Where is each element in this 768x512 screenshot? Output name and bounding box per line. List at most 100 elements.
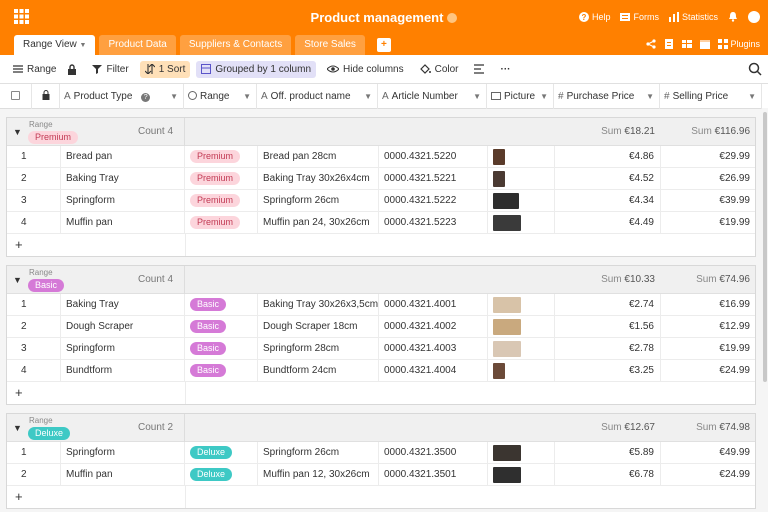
cell-article-number[interactable]: 0000.4321.5221 — [379, 168, 488, 190]
table-row[interactable]: 2 Baking Tray Premium Baking Tray 30x26x… — [7, 168, 755, 190]
add-row-button[interactable]: + — [7, 382, 755, 404]
product-thumbnail[interactable] — [493, 319, 521, 335]
column-header-product-type[interactable]: A Product Type ? ▼ — [60, 84, 184, 109]
cell-picture[interactable] — [488, 168, 555, 190]
table-row[interactable]: 1 Baking Tray Basic Baking Tray 30x26x3,… — [7, 294, 755, 316]
cell-range[interactable]: Basic — [185, 360, 258, 382]
avatar[interactable] — [748, 11, 760, 23]
calendar-icon[interactable] — [700, 39, 711, 49]
cell-off-product-name[interactable]: Dough Scraper 18cm — [258, 316, 379, 338]
table-row[interactable]: 1 Springform Deluxe Springform 26cm 0000… — [7, 442, 755, 464]
cell-picture[interactable] — [488, 190, 555, 212]
table-row[interactable]: 3 Springform Basic Springform 28cm 0000.… — [7, 338, 755, 360]
cell-selling-price[interactable]: €26.99 — [661, 168, 756, 190]
column-header-picture[interactable]: Picture ▼ — [487, 84, 554, 109]
cell-off-product-name[interactable]: Muffin pan 24, 30x26cm — [258, 212, 379, 234]
cell-range[interactable]: Basic — [185, 338, 258, 360]
cell-selling-price[interactable]: €12.99 — [661, 316, 756, 338]
cell-product-type[interactable]: Baking Tray — [61, 294, 185, 316]
cell-range[interactable]: Premium — [185, 212, 258, 234]
collapse-toggle-icon[interactable]: ▼ — [13, 127, 22, 137]
product-thumbnail[interactable] — [493, 467, 521, 483]
add-row-button[interactable]: + — [7, 486, 755, 508]
cell-selling-price[interactable]: €39.99 — [661, 190, 756, 212]
chevron-down-icon[interactable]: ▼ — [170, 84, 178, 109]
column-header-article-number[interactable]: A Article Number ▼ — [378, 84, 487, 109]
collapse-toggle-icon[interactable]: ▼ — [13, 423, 22, 433]
cell-article-number[interactable]: 0000.4321.5223 — [379, 212, 488, 234]
cell-range[interactable]: Basic — [185, 294, 258, 316]
cell-article-number[interactable]: 0000.4321.4001 — [379, 294, 488, 316]
cell-purchase-price[interactable]: €5.89 — [555, 442, 661, 464]
cell-selling-price[interactable]: €29.99 — [661, 146, 756, 168]
range-selector[interactable]: Range — [8, 61, 61, 78]
sort-button[interactable]: 1 Sort — [139, 60, 191, 78]
cell-selling-price[interactable]: €24.99 — [661, 464, 756, 486]
product-thumbnail[interactable] — [493, 297, 521, 313]
help-button[interactable]: ? Help — [578, 12, 610, 22]
cell-product-type[interactable]: Bundtform — [61, 360, 185, 382]
cell-purchase-price[interactable]: €1.56 — [555, 316, 661, 338]
cell-off-product-name[interactable]: Springform 28cm — [258, 338, 379, 360]
document-icon[interactable] — [664, 39, 674, 49]
tab-store-sales[interactable]: Store Sales — [295, 35, 365, 55]
cell-selling-price[interactable]: €19.99 — [661, 338, 756, 360]
cell-picture[interactable] — [488, 316, 555, 338]
column-header-off-product-name[interactable]: A Off. product name ▼ — [257, 84, 378, 109]
product-thumbnail[interactable] — [493, 215, 521, 231]
more-options-button[interactable]: ··· — [496, 61, 516, 78]
cell-range[interactable]: Basic — [185, 316, 258, 338]
tab-range-view[interactable]: Range View ▼ — [14, 35, 96, 55]
cell-article-number[interactable]: 0000.4321.5222 — [379, 190, 488, 212]
info-icon[interactable] — [447, 13, 458, 23]
cell-picture[interactable] — [488, 442, 555, 464]
cell-article-number[interactable]: 0000.4321.4003 — [379, 338, 488, 360]
product-thumbnail[interactable] — [493, 341, 521, 357]
cell-selling-price[interactable]: €24.99 — [661, 360, 756, 382]
product-thumbnail[interactable] — [493, 193, 519, 209]
tab-suppliers-contacts[interactable]: Suppliers & Contacts — [179, 35, 292, 55]
table-row[interactable]: 2 Muffin pan Deluxe Muffin pan 12, 30x26… — [7, 464, 755, 486]
cell-off-product-name[interactable]: Bundtform 24cm — [258, 360, 379, 382]
chevron-down-icon[interactable]: ▼ — [748, 84, 756, 109]
table-row[interactable]: 2 Dough Scraper Basic Dough Scraper 18cm… — [7, 316, 755, 338]
table-row[interactable]: 1 Bread pan Premium Bread pan 28cm 0000.… — [7, 146, 755, 168]
cell-range[interactable]: Deluxe — [185, 464, 258, 486]
column-header-selling-price[interactable]: # Selling Price ▼ — [660, 84, 762, 109]
cell-purchase-price[interactable]: €2.74 — [555, 294, 661, 316]
cell-range[interactable]: Premium — [185, 146, 258, 168]
cell-range[interactable]: Premium — [185, 168, 258, 190]
cell-picture[interactable] — [488, 146, 555, 168]
cell-product-type[interactable]: Springform — [61, 442, 185, 464]
chevron-down-icon[interactable]: ▼ — [540, 84, 548, 109]
cell-selling-price[interactable]: €19.99 — [661, 212, 756, 234]
cell-product-type[interactable]: Springform — [61, 190, 185, 212]
cell-off-product-name[interactable]: Springform 26cm — [258, 442, 379, 464]
tab-product-data[interactable]: Product Data — [99, 35, 176, 55]
group-button[interactable]: Grouped by 1 column — [196, 60, 317, 78]
product-thumbnail[interactable] — [493, 149, 505, 165]
cell-product-type[interactable]: Dough Scraper — [61, 316, 185, 338]
cell-picture[interactable] — [488, 294, 555, 316]
cell-purchase-price[interactable]: €6.78 — [555, 464, 661, 486]
cell-product-type[interactable]: Bread pan — [61, 146, 185, 168]
column-header-purchase-price[interactable]: # Purchase Price ▼ — [554, 84, 660, 109]
table-row[interactable]: 4 Muffin pan Premium Muffin pan 24, 30x2… — [7, 212, 755, 234]
cell-purchase-price[interactable]: €4.49 — [555, 212, 661, 234]
cell-article-number[interactable]: 0000.4321.4002 — [379, 316, 488, 338]
cell-purchase-price[interactable]: €4.52 — [555, 168, 661, 190]
filter-button[interactable]: Filter — [87, 61, 133, 78]
cell-article-number[interactable]: 0000.4321.3500 — [379, 442, 488, 464]
table-row[interactable]: 4 Bundtform Basic Bundtform 24cm 0000.43… — [7, 360, 755, 382]
chevron-down-icon[interactable]: ▼ — [364, 84, 372, 109]
cell-selling-price[interactable]: €49.99 — [661, 442, 756, 464]
table-row[interactable]: 3 Springform Premium Springform 26cm 000… — [7, 190, 755, 212]
cell-off-product-name[interactable]: Baking Tray 30x26x4cm — [258, 168, 379, 190]
cell-article-number[interactable]: 0000.4321.5220 — [379, 146, 488, 168]
cell-picture[interactable] — [488, 338, 555, 360]
cell-product-type[interactable]: Springform — [61, 338, 185, 360]
cell-off-product-name[interactable]: Muffin pan 12, 30x26cm — [258, 464, 379, 486]
cell-purchase-price[interactable]: €3.25 — [555, 360, 661, 382]
statistics-button[interactable]: Statistics — [668, 12, 718, 22]
cell-picture[interactable] — [488, 360, 555, 382]
